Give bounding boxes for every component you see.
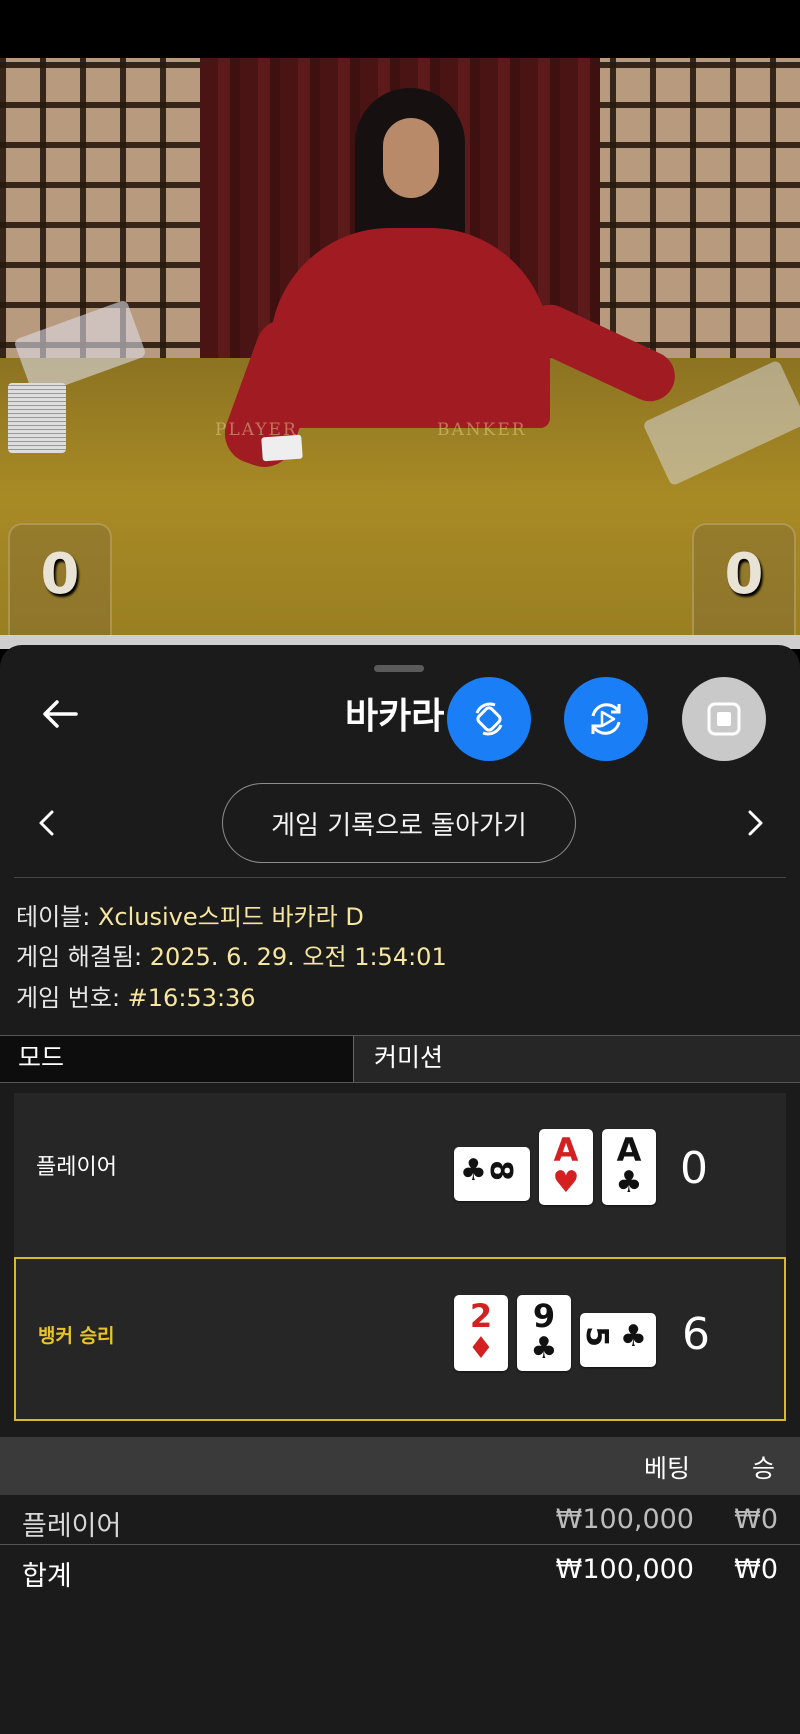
arrow-left-icon — [43, 700, 78, 728]
player-video-score: 0 — [8, 523, 112, 635]
bets-table-header: 베팅 승 — [0, 1437, 800, 1495]
resolved-value: 2025. 6. 29. 오전 1:54:01 — [149, 943, 447, 971]
mode-label: 모드 — [0, 1036, 354, 1082]
game-number-value: #16:53:36 — [127, 984, 256, 1012]
bet-row-label: 플레이어 — [22, 1511, 122, 1542]
table-row: 플레이어 ₩100,000 ₩0 — [0, 1496, 800, 1545]
table-info: 테이블: Xclusive스피드 바카라 D — [16, 897, 364, 932]
chevron-left-icon — [39, 810, 54, 836]
dealer-face — [383, 118, 439, 198]
win-column-header: 승 — [752, 1454, 776, 1483]
mode-row: 모드 커미션 — [0, 1035, 800, 1083]
bet-row-amount: ₩100,000 — [555, 1504, 694, 1535]
dealt-card — [261, 434, 303, 462]
banker-card-1: 2 ♦ — [454, 1295, 508, 1371]
player-hand-score: 0 — [680, 1143, 708, 1194]
game-history-panel: 바카라 게임 기록으로 돌아가기 테이블: Xclusive스피드 바카라 D … — [0, 645, 800, 1734]
resolved-label: 게임 해결됨: — [16, 943, 150, 971]
resolved-info: 게임 해결됨: 2025. 6. 29. 오전 1:54:01 — [16, 937, 447, 972]
table-label: 테이블: — [16, 903, 98, 931]
previous-game-button[interactable] — [30, 803, 62, 843]
player-card-2: A ♥ — [539, 1129, 593, 1205]
total-label: 합계 — [22, 1561, 72, 1592]
game-number-label: 게임 번호: — [16, 984, 128, 1012]
game-number-info: 게임 번호: #16:53:36 — [16, 978, 256, 1013]
stop-icon — [707, 702, 741, 736]
total-amount: ₩100,000 — [555, 1554, 694, 1585]
rotate-button[interactable] — [447, 677, 531, 761]
stop-button[interactable] — [682, 677, 766, 761]
banker-card-3: 5 ♣ — [579, 1313, 656, 1367]
replay-button[interactable] — [564, 677, 648, 761]
drag-handle[interactable] — [374, 665, 424, 672]
banker-hand-label: 뱅커 승리 — [38, 1325, 115, 1347]
table-value: Xclusive스피드 바카라 D — [97, 903, 364, 931]
rotate-icon — [475, 702, 503, 736]
felt-banker-label: BANKER — [437, 420, 527, 440]
next-game-button[interactable] — [740, 803, 772, 843]
status-bar — [0, 0, 800, 58]
player-card-3: A ♣ — [602, 1129, 656, 1205]
player-hand-label: 플레이어 — [36, 1155, 117, 1180]
replay-icon — [591, 703, 621, 735]
back-button[interactable] — [36, 690, 84, 738]
banker-hand: 뱅커 승리 2 ♦ 9 ♣ 5 ♣ 6 — [14, 1257, 786, 1421]
live-video[interactable]: PLAYER BANKER 0 0 — [0, 58, 800, 635]
total-row: 합계 ₩100,000 ₩0 — [0, 1546, 800, 1594]
banker-video-score: 0 — [692, 523, 796, 635]
banker-hand-score: 6 — [682, 1309, 710, 1360]
total-win: ₩0 — [734, 1554, 778, 1585]
banker-card-2: 9 ♣ — [517, 1295, 571, 1371]
card-deck — [8, 383, 66, 453]
chevron-right-icon — [748, 810, 763, 836]
bet-row-win: ₩0 — [734, 1504, 778, 1535]
divider — [14, 877, 786, 878]
back-to-history-button[interactable]: 게임 기록으로 돌아가기 — [222, 783, 576, 863]
page-title: 바카라 — [345, 696, 445, 737]
player-hand: 플레이어 ♣ 8 A ♥ A ♣ 0 — [14, 1093, 786, 1257]
mode-value: 커미션 — [374, 1043, 444, 1072]
player-card-1: ♣ 8 — [454, 1147, 530, 1201]
bet-column-header: 베팅 — [644, 1454, 691, 1483]
